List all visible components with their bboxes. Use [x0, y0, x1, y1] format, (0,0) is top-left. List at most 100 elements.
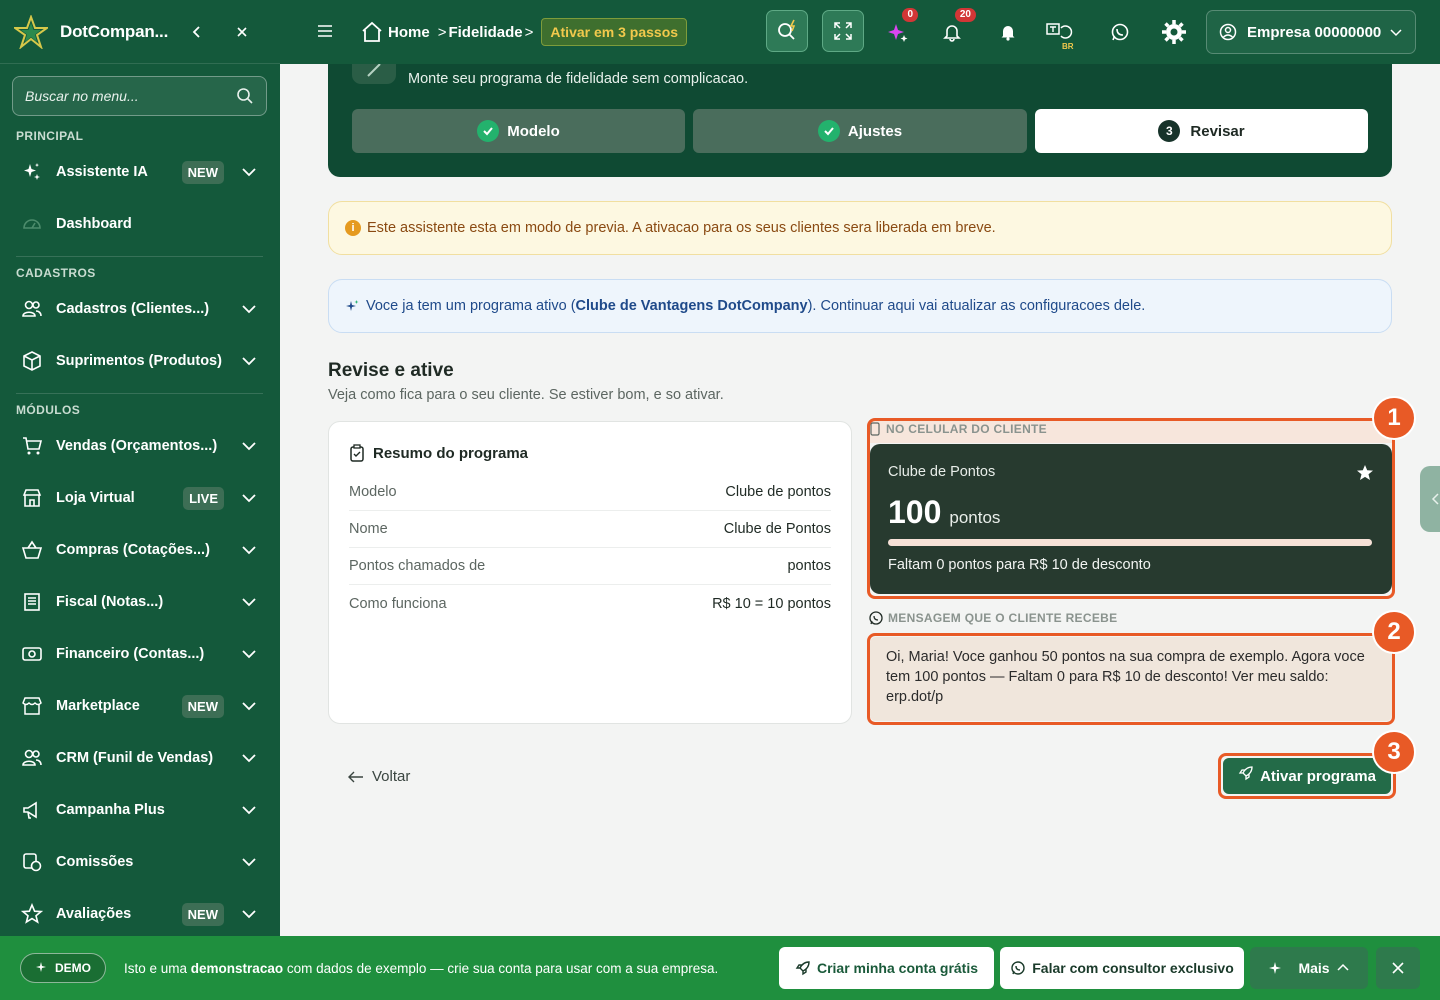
sidebar-item-financeiro[interactable]: Financeiro (Contas...)	[0, 634, 280, 674]
more-button[interactable]: Mais	[1250, 947, 1368, 989]
marketplace-icon	[20, 694, 44, 718]
message-preview-label-text: MENSAGEM QUE O CLIENTE RECEBE	[888, 611, 1118, 625]
active-program-name: Clube de Vantagens DotCompany	[575, 298, 808, 314]
progress-text: Faltam 0 pontos para R$ 10 de desconto	[888, 557, 1151, 573]
menu-search-input[interactable]	[25, 88, 236, 104]
loyalty-card-preview: Clube de Pontos 100 pontos Faltam 0 pont…	[870, 444, 1392, 594]
sidebar-item-comissoes[interactable]: Comissões	[0, 842, 280, 882]
sidebar-item-loja-virtual[interactable]: Loja Virtual LIVE	[0, 478, 280, 518]
translate-icon[interactable]: BR	[1042, 14, 1078, 51]
talk-consultant-button[interactable]: Falar com consultor exclusivo	[1000, 947, 1244, 989]
chevron-down-icon[interactable]	[238, 643, 260, 665]
side-panel-toggle[interactable]	[1420, 466, 1440, 532]
summary-value: pontos	[787, 558, 831, 574]
summary-row: Modelo Clube de pontos	[349, 474, 831, 511]
wand-icon	[352, 64, 396, 84]
chevron-down-icon[interactable]	[238, 799, 260, 821]
divider	[16, 256, 263, 257]
breadcrumb-current[interactable]: Fidelidade	[448, 24, 522, 41]
sidebar-item-fiscal[interactable]: Fiscal (Notas...)	[0, 582, 280, 622]
progress-track	[888, 539, 1372, 546]
chevron-down-icon[interactable]	[238, 695, 260, 717]
points-display: 100 pontos	[888, 494, 1000, 531]
summary-value: Clube de Pontos	[723, 521, 831, 537]
chevron-down-icon[interactable]	[238, 350, 260, 372]
summary-value: R$ 10 = 10 pontos	[712, 595, 831, 612]
sidebar-item-crm[interactable]: CRM (Funil de Vendas)	[0, 738, 280, 778]
close-icon[interactable]	[232, 22, 252, 42]
star-icon	[1356, 464, 1374, 482]
user-circle-icon	[1219, 23, 1237, 41]
sidebar-item-campanha-plus[interactable]: Campanha Plus	[0, 790, 280, 830]
chevron-down-icon[interactable]	[238, 298, 260, 320]
chevron-down-icon[interactable]	[238, 903, 260, 925]
activate-label: Ativar programa	[1260, 767, 1376, 785]
step-label: Modelo	[507, 122, 560, 140]
progress-fill	[888, 539, 1372, 546]
step-revisar[interactable]: 3 Revisar	[1035, 109, 1368, 153]
talk-consultant-label: Falar com consultor exclusivo	[1032, 960, 1234, 976]
bell-icon[interactable]	[990, 14, 1026, 50]
summary-header: Resumo do programa	[349, 444, 528, 462]
breadcrumb-home[interactable]: Home	[388, 24, 430, 41]
phone-preview-label-text: NO CELULAR DO CLIENTE	[886, 422, 1047, 436]
chevron-down-icon[interactable]	[238, 539, 260, 561]
sidebar-item-label: Comissões	[56, 854, 134, 870]
step-modelo[interactable]: Modelo	[352, 109, 685, 153]
receipt-icon	[20, 590, 44, 614]
summary-key: Como funciona	[349, 595, 447, 612]
megaphone-icon	[20, 798, 44, 822]
points-unit: pontos	[949, 508, 1001, 527]
notifications-button[interactable]: 20	[934, 8, 976, 50]
create-account-button[interactable]: Criar minha conta grátis	[779, 947, 994, 989]
sidebar-item-assistente-ia[interactable]: Assistente IA NEW	[0, 152, 280, 192]
activate-program-button[interactable]: Ativar programa	[1223, 758, 1391, 794]
program-summary-card: Resumo do programa Modelo Clube de pontos…	[328, 421, 852, 724]
sidebar-item-marketplace[interactable]: Marketplace NEW	[0, 686, 280, 726]
sidebar-item-avaliacoes[interactable]: Avaliações NEW	[0, 894, 280, 934]
cart-icon	[20, 434, 44, 458]
info-icon: i	[345, 220, 361, 236]
account-menu[interactable]: Empresa 00000000	[1206, 10, 1416, 54]
whatsapp-icon[interactable]	[1102, 14, 1138, 50]
summary-key: Nome	[349, 521, 388, 537]
live-badge: LIVE	[183, 486, 224, 510]
basket-icon	[20, 538, 44, 562]
sidebar-item-suprimentos[interactable]: Suprimentos (Produtos)	[0, 341, 280, 381]
preview-mode-alert: i Este assistente esta em modo de previa…	[328, 201, 1392, 255]
chevron-down-icon[interactable]	[238, 591, 260, 613]
divider	[16, 393, 263, 394]
step-ajustes[interactable]: Ajustes	[693, 109, 1027, 153]
users-icon	[20, 746, 44, 770]
rocket-icon	[795, 960, 811, 976]
fullscreen-button[interactable]	[822, 10, 864, 52]
search-icon[interactable]	[236, 87, 254, 105]
chevron-down-icon[interactable]	[238, 161, 260, 183]
close-demo-button[interactable]	[1376, 947, 1420, 989]
language-code: BR	[1062, 42, 1074, 51]
sidebar-item-compras[interactable]: Compras (Cotações...)	[0, 530, 280, 570]
sidebar-item-vendas[interactable]: Vendas (Orçamentos...)	[0, 426, 280, 466]
sidebar-item-dashboard[interactable]: Dashboard	[0, 204, 280, 244]
home-icon[interactable]	[360, 20, 384, 44]
back-button[interactable]: Voltar	[348, 768, 410, 785]
ai-sparkle-button[interactable]: 0	[880, 8, 918, 50]
phone-icon	[870, 422, 880, 436]
chevron-down-icon[interactable]	[238, 487, 260, 509]
quick-search-button[interactable]	[766, 10, 808, 52]
ai-count-badge: 0	[902, 8, 918, 22]
summary-value: Clube de pontos	[725, 484, 831, 500]
chevron-down-icon[interactable]	[238, 747, 260, 769]
chevron-left-icon[interactable]	[186, 21, 208, 43]
sidebar-item-cadastros[interactable]: Cadastros (Clientes...)	[0, 289, 280, 329]
menu-icon[interactable]	[316, 22, 334, 40]
menu-search[interactable]	[12, 76, 267, 116]
sidebar-item-label: Fiscal (Notas...)	[56, 594, 164, 610]
close-icon	[1391, 961, 1405, 975]
gear-icon[interactable]	[1156, 14, 1192, 50]
sidebar-item-label: Financeiro (Contas...)	[56, 646, 205, 662]
more-label: Mais	[1298, 960, 1330, 976]
chevron-down-icon[interactable]	[238, 851, 260, 873]
chevron-down-icon[interactable]	[238, 435, 260, 457]
chevron-down-icon	[1389, 25, 1403, 39]
